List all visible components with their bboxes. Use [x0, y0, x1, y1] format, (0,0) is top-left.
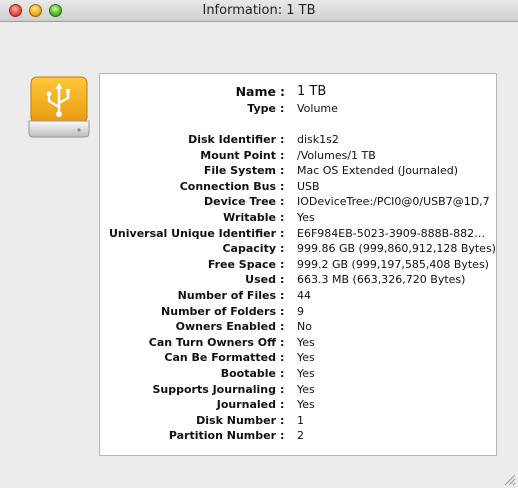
row-value: Yes	[297, 211, 315, 224]
info-row: Bootable: Yes	[100, 365, 496, 381]
row-separator: :	[280, 335, 285, 349]
row-label: Journaled	[216, 398, 276, 412]
row-value: Yes	[297, 398, 315, 412]
info-row: Disk Identifier: disk1s2	[100, 131, 496, 147]
row-value: IODeviceTree:/PCI0@0/USB7@1D,7	[297, 195, 490, 209]
row-separator: :	[280, 102, 285, 115]
row-value: No	[297, 320, 312, 334]
info-row: Number of Folders:9	[100, 303, 496, 319]
info-row: Number of Files:44	[100, 287, 496, 303]
row-label: Used	[245, 273, 276, 287]
row-separator: :	[280, 179, 285, 193]
info-row: Device Tree: IODeviceTree:/PCI0@0/USB7@1D…	[100, 193, 496, 209]
row-value: disk1s2	[297, 133, 339, 146]
row-separator: :	[280, 398, 285, 412]
row-separator: :	[280, 429, 285, 443]
row-separator: :	[280, 148, 285, 162]
row-value: 44	[297, 289, 311, 302]
row-separator: :	[280, 211, 285, 224]
info-row: Mount Point: /Volumes/1 TB	[100, 147, 496, 163]
row-label: Supports Journaling	[152, 382, 276, 396]
window-title: Information: 1 TB	[202, 3, 316, 18]
info-row-type: Type : Volume	[100, 100, 496, 116]
row-value: 2	[297, 429, 304, 443]
info-row: Journaled: Yes	[100, 396, 496, 412]
row-label: Can Turn Owners Off	[148, 335, 276, 349]
row-separator: :	[280, 304, 285, 318]
info-row: Partition Number:2	[100, 427, 496, 443]
info-row: Writable: Yes	[100, 209, 496, 225]
row-label: Number of Files	[177, 289, 276, 302]
row-value: 999.86 GB (999,860,912,128 Bytes)	[297, 242, 495, 256]
row-label: Type	[247, 102, 276, 115]
row-separator: :	[280, 289, 285, 302]
info-row: Used:663.3 MB (663,326,720 Bytes)	[100, 271, 496, 287]
row-value: Yes	[297, 351, 315, 365]
row-value: Yes	[297, 382, 315, 396]
info-row: Connection Bus: USB	[100, 178, 496, 194]
title-bar[interactable]: Information: 1 TB	[0, 0, 518, 22]
row-value: 9	[297, 304, 304, 318]
row-value: 1 TB	[297, 84, 327, 99]
row-separator: :	[280, 226, 285, 240]
row-label: Name	[235, 84, 276, 99]
row-separator: :	[280, 367, 285, 380]
row-separator: :	[280, 413, 285, 427]
row-separator: :	[280, 242, 285, 256]
row-value: Volume	[297, 102, 338, 115]
row-separator: :	[280, 273, 285, 287]
row-label: Owners Enabled	[175, 320, 276, 334]
row-value: /Volumes/1 TB	[297, 148, 376, 162]
info-window: Information: 1 TB Name : 1 TB Type: Vol…	[0, 0, 518, 488]
row-label: Mount Point	[200, 148, 276, 162]
row-label: Free Space	[207, 257, 276, 271]
row-label: Bootable	[220, 367, 276, 380]
info-row: Supports Journaling: Yes	[100, 381, 496, 397]
row-value: 1	[297, 413, 304, 427]
row-value: E6F984EB-5023-3909-888B-882…	[297, 226, 486, 240]
row-separator: :	[280, 382, 285, 396]
row-label: Can Be Formatted	[164, 351, 276, 365]
row-value: Mac OS Extended (Journaled)	[297, 164, 459, 178]
info-row: Capacity:999.86 GB (999,860,912,128 Byte…	[100, 240, 496, 256]
usb-drive-icon	[28, 76, 90, 138]
row-separator: :	[280, 351, 285, 365]
row-label: Writable	[223, 211, 276, 224]
row-label: Partition Number	[168, 429, 276, 443]
row-separator: :	[280, 195, 285, 209]
row-value: Yes	[297, 335, 315, 349]
row-label: Disk Identifier	[188, 133, 276, 146]
row-label: File System	[203, 164, 276, 178]
row-label: Number of Folders	[161, 304, 276, 318]
row-label: Capacity	[222, 242, 276, 256]
info-row: Can Be Formatted: Yes	[100, 349, 496, 365]
info-row: Can Turn Owners Off: Yes	[100, 334, 496, 350]
row-value: Yes	[297, 367, 315, 380]
row-label: Disk Number	[196, 413, 276, 427]
row-separator: :	[280, 257, 285, 271]
info-row-name: Name : 1 TB	[100, 84, 496, 100]
row-separator: :	[280, 133, 285, 146]
info-row: Free Space:999.2 GB (999,197,585,408 Byt…	[100, 256, 496, 272]
row-separator: :	[280, 164, 285, 178]
info-row: Disk Number:1	[100, 412, 496, 428]
info-row: File System: Mac OS Extended (Journaled)	[100, 162, 496, 178]
row-label: Universal Unique Identifier	[108, 226, 276, 240]
info-panel: Name : 1 TB Type : Volume Disk Identifie…	[99, 73, 497, 456]
row-separator: :	[280, 84, 285, 99]
resize-grip-icon[interactable]	[504, 474, 516, 486]
row-label: Device Tree	[204, 195, 276, 209]
info-row: Universal Unique Identifier: E6F984EB-502…	[100, 225, 496, 241]
row-value: 663.3 MB (663,326,720 Bytes)	[297, 273, 466, 287]
row-label: Connection Bus	[179, 179, 276, 193]
row-value: 999.2 GB (999,197,585,408 Bytes)	[297, 257, 489, 271]
row-value: USB	[297, 179, 320, 193]
info-row: Owners Enabled: No	[100, 318, 496, 334]
row-separator: :	[280, 320, 285, 334]
